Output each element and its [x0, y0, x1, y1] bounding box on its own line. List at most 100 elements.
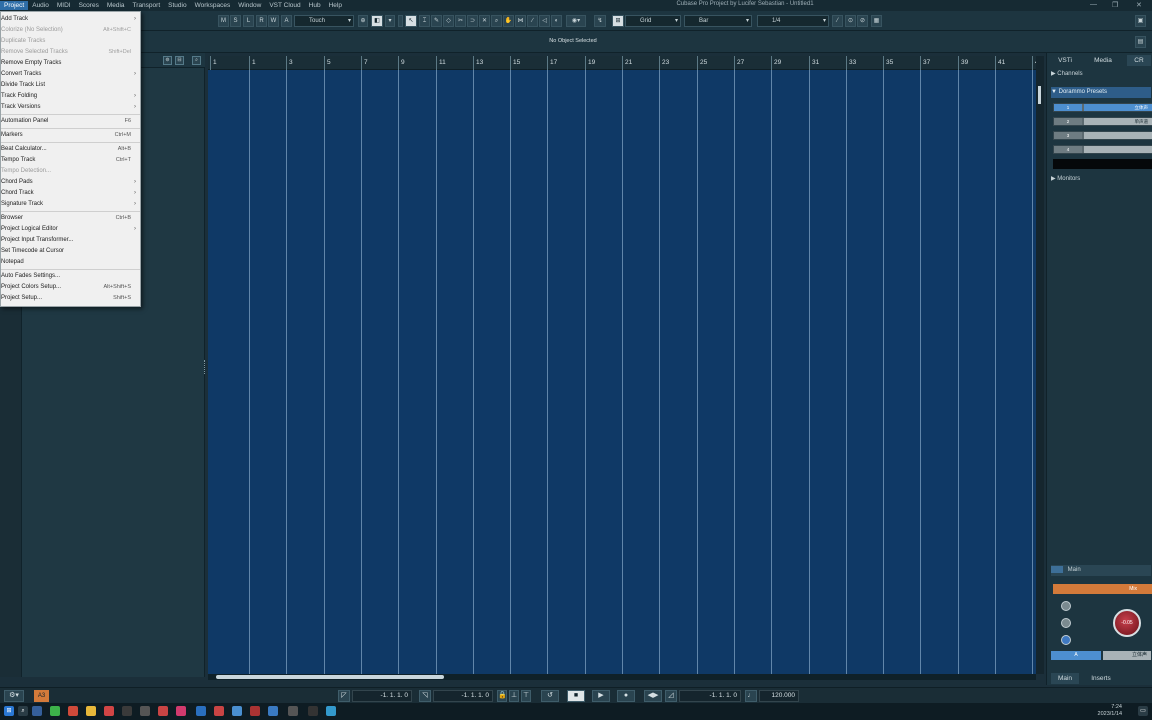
- menu-studio[interactable]: Studio: [164, 1, 190, 10]
- power-icon[interactable]: [1051, 565, 1063, 573]
- quantize-icon[interactable]: ⁄: [832, 15, 843, 27]
- monitor-a-button[interactable]: A: [1051, 651, 1101, 660]
- menu-item-project-colors-setup[interactable]: Project Colors Setup... Alt+Shift+S: [1, 282, 140, 292]
- app-icon[interactable]: [176, 706, 186, 716]
- track-badge[interactable]: A3: [34, 690, 49, 702]
- menu-item-tempo-track[interactable]: Tempo Track Ctrl+T: [1, 155, 140, 165]
- app-icon[interactable]: [122, 706, 132, 716]
- menu-item-divide-track-list[interactable]: Divide Track List: [1, 80, 140, 90]
- autoscroll-icon[interactable]: ◧: [371, 15, 383, 27]
- system-clock[interactable]: 7:24 2023/1/14: [1098, 704, 1122, 718]
- app-icon[interactable]: [268, 706, 278, 716]
- app-icon[interactable]: [214, 706, 224, 716]
- menu-window[interactable]: Window: [234, 1, 265, 10]
- menu-audio[interactable]: Audio: [28, 1, 53, 10]
- search-icon[interactable]: ⌕: [18, 706, 28, 716]
- write-button[interactable]: W: [268, 15, 279, 27]
- hand-tool-icon[interactable]: ✋: [503, 15, 514, 27]
- folder-icon[interactable]: [86, 706, 96, 716]
- menu-midi[interactable]: MIDI: [53, 1, 75, 10]
- menu-transport[interactable]: Transport: [129, 1, 165, 10]
- window-layout-icon[interactable]: ▣: [1135, 15, 1146, 27]
- preset-input-field[interactable]: [1053, 159, 1152, 169]
- app-icon[interactable]: [32, 706, 42, 716]
- vertical-scroll-thumb[interactable]: [1038, 86, 1041, 104]
- iterative-quantize-icon[interactable]: ⊙: [845, 15, 856, 27]
- menu-item-track-folding[interactable]: Track Folding ›: [1, 91, 140, 101]
- menu-item-convert-tracks[interactable]: Convert Tracks ›: [1, 69, 140, 79]
- settings-icon[interactable]: ⚙▾: [4, 690, 24, 702]
- tab-media[interactable]: Media: [1089, 55, 1117, 66]
- grid-type-select[interactable]: Bar ▾: [684, 15, 752, 27]
- draw-tool-icon[interactable]: ✎: [431, 15, 442, 27]
- pre-roll-icon[interactable]: ◀▶: [644, 690, 662, 702]
- punch-in-icon[interactable]: ⊥: [509, 690, 519, 702]
- quantize-select[interactable]: 1/4 ▾: [757, 15, 829, 27]
- left-locator-icon[interactable]: ◸: [338, 690, 350, 702]
- preset-row[interactable]: 3: [1053, 131, 1152, 140]
- track-filter-icon[interactable]: ⊟: [175, 56, 184, 65]
- start-icon[interactable]: ⊞: [4, 706, 14, 716]
- app-icon[interactable]: [308, 706, 318, 716]
- menu-item-beat-calculator[interactable]: Beat Calculator... Alt+B: [1, 144, 140, 154]
- menu-vst-cloud[interactable]: VST Cloud: [265, 1, 304, 10]
- menu-item-chord-track[interactable]: Chord Track ›: [1, 188, 140, 198]
- menu-item-markers[interactable]: Markers Ctrl+M: [1, 130, 140, 140]
- solo-button[interactable]: S: [230, 15, 241, 27]
- quantize-reset-icon[interactable]: ⊘: [857, 15, 868, 27]
- menu-item-chord-pads[interactable]: Chord Pads ›: [1, 177, 140, 187]
- zoom-tracks-icon[interactable]: ⌕: [192, 56, 201, 65]
- tab-vsti[interactable]: VSTi: [1053, 55, 1077, 66]
- close-icon[interactable]: ✕: [1136, 1, 1142, 9]
- split-tool-icon[interactable]: ✂: [455, 15, 466, 27]
- project-window-event-display[interactable]: [208, 70, 1036, 674]
- menu-item-project-logical-editor[interactable]: Project Logical Editor ›: [1, 224, 140, 234]
- read-button[interactable]: R: [256, 15, 267, 27]
- app-icon[interactable]: [158, 706, 168, 716]
- preset-row[interactable]: 4: [1053, 145, 1152, 154]
- preset-row[interactable]: 1 立体声: [1053, 103, 1152, 112]
- reference-icon[interactable]: [1061, 618, 1071, 628]
- menu-help[interactable]: Help: [325, 1, 346, 10]
- app-icon[interactable]: [140, 706, 150, 716]
- snap-icon[interactable]: ⊞: [612, 15, 624, 27]
- monitors-section[interactable]: ▶ Monitors: [1051, 174, 1151, 185]
- menu-project[interactable]: Project: [0, 1, 29, 10]
- mute-tool-icon[interactable]: ✕: [479, 15, 490, 27]
- glue-tool-icon[interactable]: ⊃: [467, 15, 478, 27]
- monitor-stereo-button[interactable]: 立体声: [1103, 651, 1151, 660]
- horizontal-scroll-thumb[interactable]: [216, 675, 444, 679]
- stop-icon[interactable]: ■: [567, 690, 585, 702]
- menu-item-signature-track[interactable]: Signature Track ›: [1, 199, 140, 209]
- cycle-icon[interactable]: ↺: [541, 690, 559, 702]
- listen-button[interactable]: L: [243, 15, 254, 27]
- tab-main[interactable]: Main: [1051, 673, 1079, 684]
- automation-mode-select[interactable]: Touch ▾: [294, 15, 354, 27]
- maximize-icon[interactable]: ❐: [1112, 1, 1118, 9]
- ruler[interactable]: 113579111315171921232527293133353739414: [208, 56, 1039, 70]
- menu-item-project-setup[interactable]: Project Setup... Shift+S: [1, 293, 140, 303]
- color-menu-icon[interactable]: ◉▾: [566, 15, 586, 27]
- app-icon[interactable]: [288, 706, 298, 716]
- color-tool-icon[interactable]: ◐: [551, 15, 562, 27]
- timewarp-tool-icon[interactable]: ⋈: [515, 15, 526, 27]
- play-icon[interactable]: ▶: [592, 690, 610, 702]
- talkback-icon[interactable]: [1061, 635, 1071, 645]
- keyboard-icon[interactable]: ▦: [871, 15, 882, 27]
- menu-media[interactable]: Media: [103, 1, 129, 10]
- right-locator-field[interactable]: -1. 1. 1. 0: [433, 690, 493, 702]
- app-icon[interactable]: [104, 706, 114, 716]
- main-output-section[interactable]: Main: [1051, 565, 1151, 576]
- dim-icon[interactable]: [1061, 601, 1071, 611]
- menu-item-auto-fades-settings[interactable]: Auto Fades Settings...: [1, 271, 140, 281]
- menu-item-automation-panel[interactable]: Automation Panel F6: [1, 116, 140, 126]
- left-locator-field[interactable]: -1. 1. 1. 0: [352, 690, 412, 702]
- mix-source-button[interactable]: Mix: [1053, 584, 1152, 594]
- app-icon[interactable]: [68, 706, 78, 716]
- menu-item-notepad[interactable]: Notepad: [1, 257, 140, 267]
- presets-section[interactable]: ▼ Dorammo Presets: [1051, 87, 1151, 98]
- app-icon[interactable]: [50, 706, 60, 716]
- app-icon[interactable]: [250, 706, 260, 716]
- record-icon[interactable]: ●: [617, 690, 635, 702]
- cubase-icon[interactable]: [196, 706, 206, 716]
